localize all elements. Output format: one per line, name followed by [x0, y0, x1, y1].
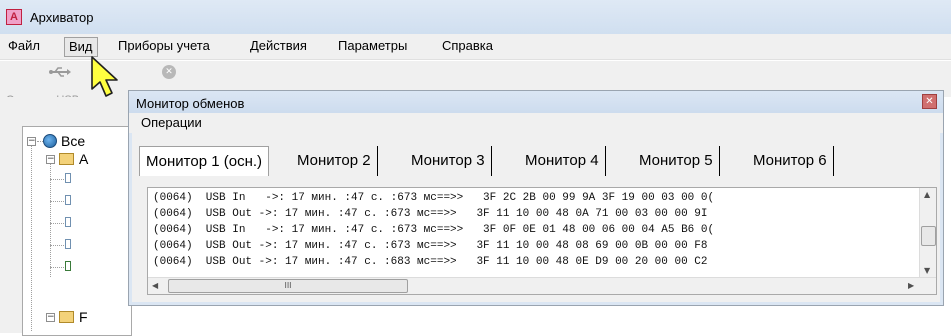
monitor-title: Монитор обменов [136, 96, 245, 111]
tree-folder-label: A [79, 151, 89, 167]
file-icon[interactable] [65, 239, 71, 249]
tab-monitor-5[interactable]: Монитор 5 [633, 146, 720, 176]
scroll-left-icon[interactable]: ◀ [152, 281, 158, 290]
menu-actions[interactable]: Действия [246, 37, 311, 57]
tab-monitor-3[interactable]: Монитор 3 [405, 146, 492, 176]
menu-parameters[interactable]: Параметры [334, 37, 411, 57]
left-panel: − Все − A − F [0, 97, 132, 336]
horizontal-scrollbar[interactable]: ◀ III ▶ [148, 277, 936, 294]
exchange-monitor-window: Монитор обменов ✕ Операции Монитор 1 (ос… [128, 90, 944, 306]
log-line: (0064) USB Out ->: 17 мин. :47 с. :673 м… [153, 208, 708, 220]
tab-monitor-1[interactable]: Монитор 1 (осн.) [139, 146, 270, 176]
title-bar: A Архиватор [0, 0, 951, 34]
tab-monitor-2[interactable]: Монитор 2 [291, 146, 378, 176]
window-title: Архиватор [30, 10, 94, 25]
tree-row-root[interactable]: − Все [23, 133, 133, 151]
tab-monitor-6[interactable]: Монитор 6 [747, 146, 834, 176]
stop-icon[interactable]: ✕ [162, 65, 176, 79]
log-line: (0064) USB Out ->: 17 мин. :47 с. :683 м… [153, 256, 708, 268]
collapse-icon[interactable]: − [46, 155, 55, 164]
globe-icon [43, 134, 57, 148]
tab-monitor-4[interactable]: Монитор 4 [519, 146, 606, 176]
menu-meters[interactable]: Приборы учета [114, 37, 214, 57]
horizontal-scroll-thumb[interactable]: III [168, 279, 408, 293]
monitor-title-bar: Монитор обменов ✕ [129, 91, 943, 113]
file-icon[interactable] [65, 217, 71, 227]
usb-icon[interactable] [48, 65, 72, 79]
close-icon[interactable]: ✕ [922, 94, 937, 109]
file-icon[interactable] [65, 173, 71, 183]
scroll-right-icon[interactable]: ▶ [908, 281, 914, 290]
file-icon[interactable] [65, 195, 71, 205]
monitor-menu-bar: Операции [129, 113, 943, 133]
folder-icon [59, 311, 74, 323]
folder-icon [59, 153, 74, 165]
file-icon[interactable] [65, 261, 71, 271]
log-line: (0064) USB In ->: 17 мин. :47 с. :673 мс… [153, 192, 715, 204]
device-tree: − Все − A − F [22, 126, 132, 336]
log-textarea[interactable]: (0064) USB In ->: 17 мин. :47 с. :673 мс… [147, 187, 937, 295]
menu-view[interactable]: Вид [64, 37, 98, 57]
menu-bar: Файл Вид Приборы учета Действия Параметр… [0, 34, 951, 60]
vertical-scrollbar[interactable]: ▲ ▼ [919, 188, 936, 279]
menu-file[interactable]: Файл [4, 37, 44, 57]
collapse-icon[interactable]: − [27, 137, 36, 146]
mouse-cursor-icon [91, 56, 118, 97]
tree-row-folder-2[interactable]: − F [23, 309, 133, 327]
scroll-down-icon[interactable]: ▼ [924, 266, 930, 275]
log-line: (0064) USB Out ->: 17 мин. :47 с. :673 м… [153, 240, 708, 252]
menu-operations[interactable]: Операции [141, 115, 202, 130]
scroll-up-icon[interactable]: ▲ [924, 190, 930, 199]
vertical-scroll-thumb[interactable] [921, 226, 936, 246]
collapse-icon[interactable]: − [46, 313, 55, 322]
menu-help[interactable]: Справка [438, 37, 497, 57]
tree-row-folder[interactable]: − A [23, 151, 133, 169]
log-line: (0064) USB In ->: 17 мин. :47 с. :673 мс… [153, 224, 715, 236]
tree-root-label: Все [61, 133, 86, 149]
tree-folder-label-2: F [79, 309, 88, 325]
app-icon: A [6, 9, 22, 25]
